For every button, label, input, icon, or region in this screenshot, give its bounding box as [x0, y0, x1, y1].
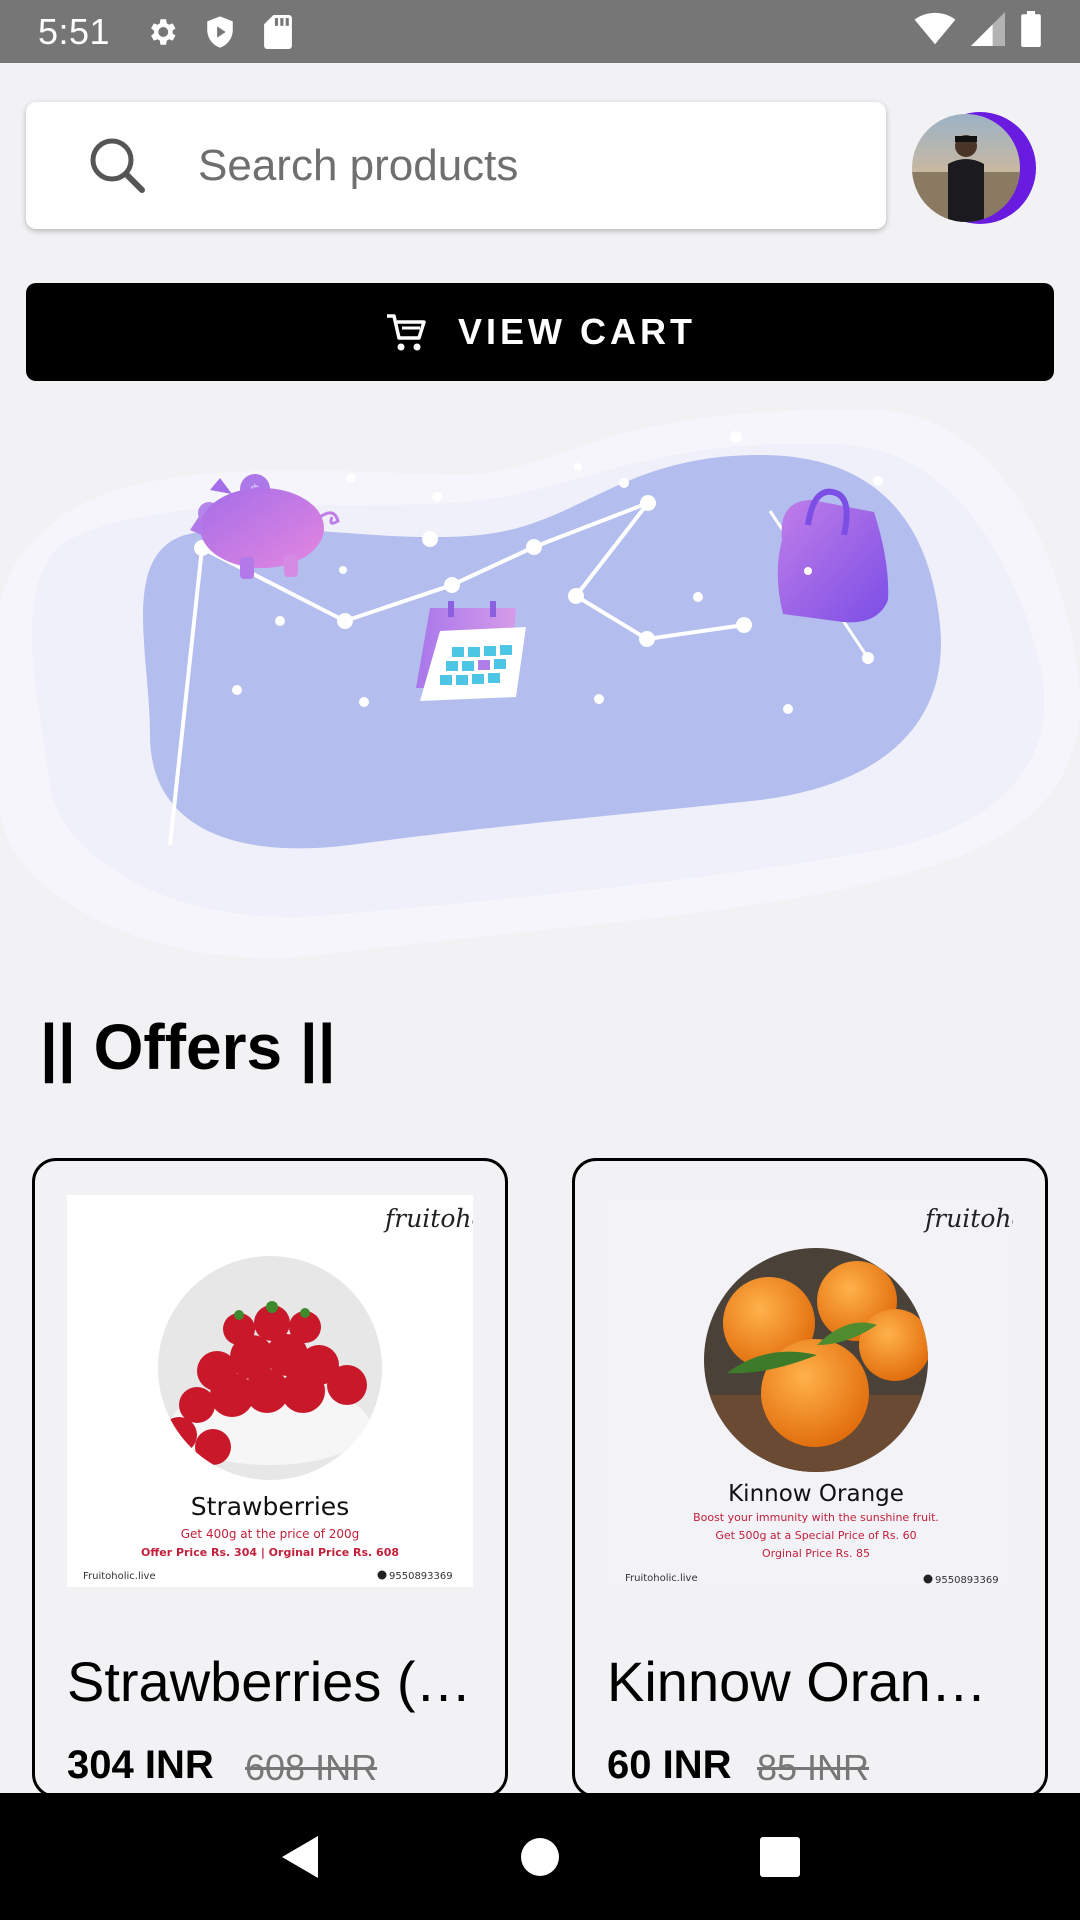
whatsapp-icon	[377, 1570, 387, 1580]
poster-website: Fruitoholic.live	[83, 1571, 156, 1582]
product-name: Kinnow Orange…	[607, 1650, 1017, 1713]
cart-icon	[384, 310, 428, 354]
home-icon	[521, 1837, 559, 1876]
status-bar: 5:51	[0, 0, 1080, 63]
product-original-price: 85 INR	[757, 1747, 870, 1788]
product-image-strawberries: fruitoholic Strawberries Get 400g at the…	[67, 1195, 505, 1587]
poster-brand: fruitoholic	[923, 1204, 1013, 1233]
system-nav-bar	[0, 1793, 1080, 1920]
signal-icon	[970, 12, 1006, 51]
battery-icon	[1020, 11, 1042, 52]
back-button[interactable]	[270, 1827, 330, 1887]
search-input[interactable]	[198, 140, 818, 191]
poster-line2: Offer Price Rs. 304 | Orginal Price Rs. …	[141, 1546, 399, 1559]
wifi-icon	[914, 12, 956, 51]
product-name: Strawberries (4…	[67, 1650, 477, 1713]
search-icon	[88, 136, 148, 196]
view-cart-button[interactable]: VIEW CART	[26, 283, 1054, 381]
whatsapp-icon	[923, 1574, 933, 1584]
product-original-price: 608 INR	[245, 1747, 378, 1788]
sd-card-icon	[260, 14, 296, 50]
profile-avatar[interactable]	[910, 112, 1042, 224]
back-icon	[282, 1835, 318, 1878]
poster-line1: Get 400g at the price of 200g	[181, 1527, 360, 1541]
product-image-kinnow-orange: fruitoholic Kinnow Orange Boost your imm…	[607, 1195, 1045, 1587]
poster-brand: fruitoholic	[383, 1204, 473, 1233]
product-price: 60 INR	[607, 1743, 732, 1787]
product-price: 304 INR	[67, 1743, 214, 1787]
poster-title: Strawberries	[191, 1492, 349, 1521]
view-cart-label: VIEW CART	[458, 311, 696, 352]
home-button[interactable]	[510, 1827, 570, 1887]
poster-phone: 9550893369	[389, 1571, 453, 1582]
poster-phone: 9550893369	[935, 1575, 999, 1586]
offer-card-strawberries[interactable]: fruitoholic Strawberries Get 400g at the…	[32, 1158, 508, 1798]
gear-icon	[144, 14, 180, 50]
poster-line3: Orginal Price Rs. 85	[762, 1547, 870, 1560]
recents-icon	[760, 1836, 800, 1877]
poster-title: Kinnow Orange	[728, 1481, 904, 1507]
poster-line2: Get 500g at a Special Price of Rs. 60	[715, 1529, 916, 1542]
search-bar[interactable]	[26, 102, 886, 229]
recents-button[interactable]	[750, 1827, 810, 1887]
poster-website: Fruitoholic.live	[625, 1573, 698, 1584]
poster-line1: Boost your immunity with the sunshine fr…	[693, 1511, 939, 1524]
offers-heading: || Offers ||	[40, 1011, 336, 1083]
shield-play-icon	[202, 14, 238, 50]
promo-illustration: $ $ $	[0, 390, 1080, 965]
status-time: 5:51	[38, 10, 111, 52]
offer-card-kinnow-orange[interactable]: fruitoholic Kinnow Orange Boost your imm…	[572, 1158, 1048, 1798]
